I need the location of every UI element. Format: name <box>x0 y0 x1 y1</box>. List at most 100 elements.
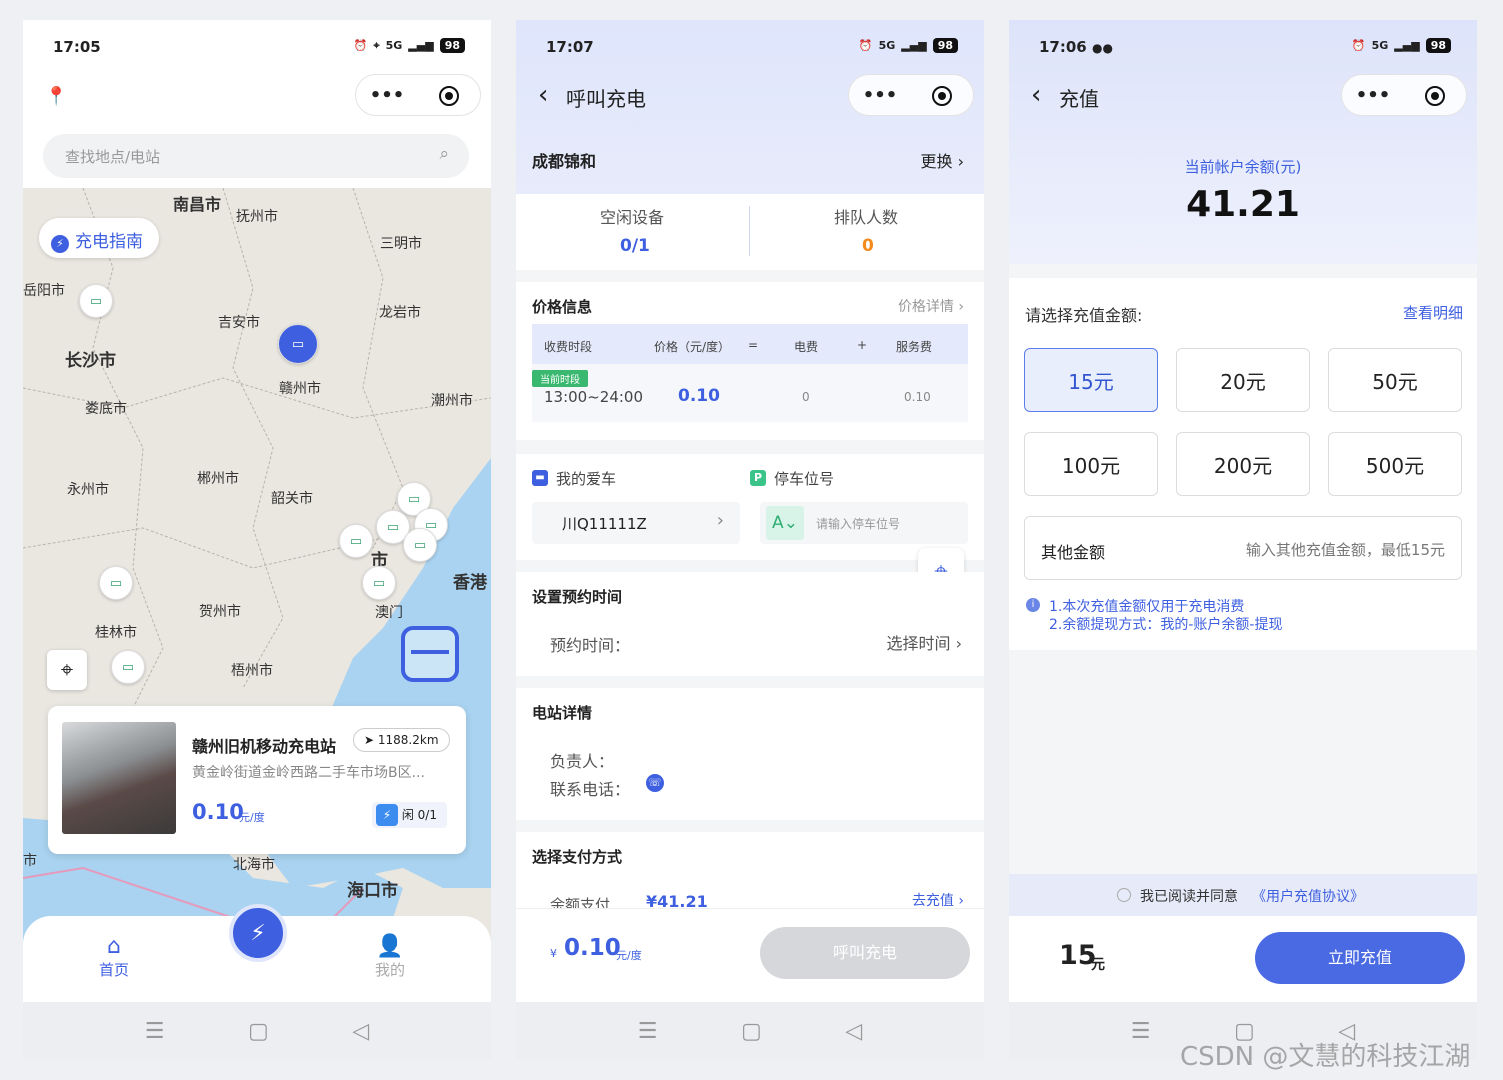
station-address: 黄金岭街道金岭西路二手车市场B区... <box>192 765 425 781</box>
back-nav-icon[interactable]: ◁ <box>352 1019 369 1044</box>
amount-option-50[interactable]: 50元 <box>1328 348 1462 412</box>
map-label-city: 梧州市 <box>231 663 273 679</box>
more-button[interactable]: ••• <box>1342 85 1404 106</box>
price-detail-link[interactable]: 价格详情 › <box>898 296 964 316</box>
map-label-city: 吉安市 <box>218 315 260 331</box>
map-label-city: 北海市 <box>233 857 275 873</box>
booking-label: 预约时间： <box>550 636 631 655</box>
location-status-icon: ⌖ <box>373 38 380 52</box>
search-icon[interactable]: ⌕ <box>439 144 449 164</box>
signal-icon: 5G <box>1371 39 1389 52</box>
user-icon: 👤 <box>376 934 404 959</box>
page-title: 充值 <box>1059 87 1099 111</box>
call-charging-screen: 17:07 ⏰ 5G ▂▄▆ 98 ‹ 呼叫充电 ••• 成都锦和 更换 › 空闲设备… <box>516 20 984 1060</box>
search-input[interactable]: 查找地点/电站 <box>65 148 160 166</box>
map-label-city: 郴州市 <box>197 471 239 487</box>
scan-button[interactable] <box>401 626 459 682</box>
home-nav-icon[interactable]: ▢ <box>248 1019 269 1044</box>
price-table-row: 当前时段 13:00~24:00 0.10 0 0.10 <box>532 364 968 422</box>
station-marker-selected[interactable]: ▭ <box>278 324 318 364</box>
close-miniapp-button[interactable] <box>418 85 480 106</box>
parking-input[interactable]: A⌄ 请输入停车位号 <box>760 502 968 544</box>
bottom-price: 0.10 <box>564 935 621 961</box>
more-button[interactable]: ••• <box>356 85 418 106</box>
electricity-fee-cell: 0 <box>802 390 810 404</box>
map-label-city: 三明市 <box>380 236 422 252</box>
location-pin-icon[interactable]: 📍 <box>45 86 67 107</box>
menu-nav-icon[interactable]: ☰ <box>1131 1019 1151 1044</box>
charging-guide-button[interactable]: ⚡ 充电指南 <box>39 218 159 258</box>
close-miniapp-button[interactable] <box>1404 85 1466 106</box>
owner-label: 负责人： <box>550 752 615 771</box>
amount-option-100[interactable]: 100元 <box>1024 432 1158 496</box>
parking-prefix-select[interactable]: A⌄ <box>766 506 804 540</box>
recharge-now-button[interactable]: 立即充值 <box>1255 932 1465 984</box>
station-marker[interactable]: ▭ <box>111 650 145 684</box>
other-amount-input[interactable]: 输入其他充值金额，最低15元 <box>1246 539 1445 560</box>
tab-home[interactable]: ⌂ 首页 <box>99 934 129 980</box>
station-marker[interactable]: ▭ <box>339 524 373 558</box>
menu-nav-icon[interactable]: ☰ <box>145 1019 165 1044</box>
search-bar[interactable]: 查找地点/电站 ⌕ <box>43 134 469 178</box>
car-selector[interactable]: 川Q11111Z › <box>532 502 740 544</box>
select-time-button[interactable]: 选择时间 › <box>887 630 963 654</box>
menu-nav-icon[interactable]: ☰ <box>638 1019 658 1044</box>
view-details-link[interactable]: 查看明细 <box>1403 302 1463 323</box>
balance-value: 41.21 <box>1186 184 1300 225</box>
station-photo <box>62 722 176 834</box>
locate-button[interactable]: ⌖ <box>47 650 87 690</box>
station-details-section: 电站详情 负责人： 联系电话： ☏ <box>516 688 984 820</box>
station-marker[interactable]: ▭ <box>362 566 396 600</box>
station-price-unit: 元/度 <box>239 811 265 824</box>
bottom-action-bar: ¥ 0.10 元/度 呼叫充电 <box>516 908 984 1002</box>
status-bar: 17:05 ⏰ ⌖ 5G ▂▄▆ 98 <box>23 20 491 74</box>
agreement-bar: 我已阅读并同意 《用户充值协议》 <box>1009 874 1477 916</box>
amount-option-500[interactable]: 500元 <box>1328 432 1462 496</box>
alarm-icon: ⏰ <box>1351 39 1366 52</box>
map-label-city: 南昌市 <box>173 195 222 214</box>
station-marker[interactable]: ▭ <box>79 284 113 318</box>
booking-section: 设置预约时间 预约时间： 选择时间 › <box>516 572 984 676</box>
home-nav-icon[interactable]: ▢ <box>741 1019 762 1044</box>
current-period-tag: 当前时段 <box>532 370 588 387</box>
wechat-icon: ●● <box>1091 41 1113 55</box>
map-view[interactable]: 南昌市 抚州市 三明市 岳阳市 吉安市 龙岩市 长沙市 赣州市 潮州市 娄底市 … <box>23 188 491 948</box>
price-section: 价格信息 价格详情 › 收费时段 价格（元/度） = 电费 + 服务费 当前时段… <box>516 282 984 440</box>
recharge-amount-section: 请选择充值金额: 查看明细 15元 20元 50元 100元 200元 500元… <box>1009 278 1477 650</box>
status-time: 17:07 <box>546 38 594 56</box>
station-marker[interactable]: ▭ <box>99 566 133 600</box>
amount-option-200[interactable]: 200元 <box>1176 432 1310 496</box>
divider <box>749 206 750 256</box>
capsule-menu: ••• <box>355 74 481 116</box>
station-card[interactable]: 赣州旧机移动充电站 ➤ 1188.2km 黄金岭街道金岭西路二手车市场B区...… <box>48 706 466 854</box>
close-miniapp-button[interactable] <box>911 85 973 106</box>
amount-option-20[interactable]: 20元 <box>1176 348 1310 412</box>
back-button[interactable]: ‹ <box>538 80 548 110</box>
map-label-city: 澳门 <box>375 605 403 621</box>
other-amount-field[interactable]: 其他金额 输入其他充值金额，最低15元 <box>1024 516 1462 580</box>
lightning-icon: ⚡ <box>51 235 69 253</box>
back-nav-icon[interactable]: ◁ <box>845 1019 862 1044</box>
call-charging-button[interactable]: 呼叫充电 <box>760 927 970 979</box>
parking-label: 停车位号 <box>774 470 835 488</box>
location-name: 成都锦和 <box>532 152 597 171</box>
idle-devices-value: 0/1 <box>620 236 650 256</box>
vehicle-section: ▬ 我的爱车 P 停车位号 川Q11111Z › A⌄ 请输入停车位号 <box>516 454 984 560</box>
change-location-button[interactable]: 更换 › <box>921 148 965 172</box>
tab-mine[interactable]: 👤 我的 <box>375 934 405 980</box>
charge-center-button[interactable]: ⚡ <box>229 904 287 962</box>
phone-call-icon[interactable]: ☏ <box>646 774 664 792</box>
agree-checkbox[interactable] <box>1117 888 1131 902</box>
guide-label: 充电指南 <box>75 232 143 252</box>
price-cell: 0.10 <box>678 386 720 406</box>
recharge-link[interactable]: 去充值 › <box>912 890 964 910</box>
map-label-city: 龙岩市 <box>379 305 421 321</box>
map-label-city: 赣州市 <box>279 381 321 397</box>
station-marker[interactable]: ▭ <box>403 528 437 562</box>
signal-bars-icon: ▂▄▆ <box>408 39 434 52</box>
more-button[interactable]: ••• <box>849 85 911 106</box>
amount-option-15[interactable]: 15元 <box>1024 348 1158 412</box>
back-button[interactable]: ‹ <box>1031 80 1041 110</box>
agreement-link[interactable]: 《用户充值协议》 <box>1252 886 1364 906</box>
map-label-city: 海口市 <box>347 881 398 901</box>
